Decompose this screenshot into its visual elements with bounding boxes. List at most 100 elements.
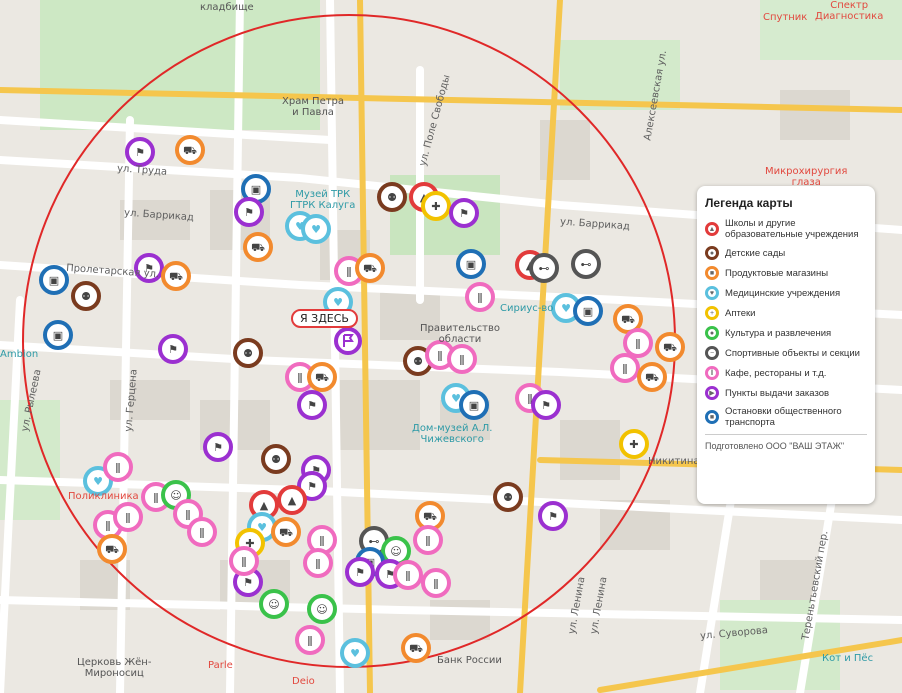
poi-icon-bus: ▣ [583,305,593,318]
poi-icon-shop: ⛟ [363,262,377,275]
poi-icon-cafe: ǁ [635,337,640,350]
place-label: Parle [208,660,233,671]
cart-icon: ■ [705,266,719,280]
poi-icon-cafe: ǁ [185,508,190,521]
poi-icon-pick: ⚑ [307,480,317,493]
place-label: Правительство области [420,323,500,345]
map-legend: Легенда карты ▲ Школы и другие образовате… [697,186,875,504]
poi-icon-bus: ▣ [53,329,63,342]
poi-icon-pick: ⚑ [307,399,317,412]
poi-icon-bus: ▣ [251,183,261,196]
poi-icon-shop: ⛟ [409,642,423,655]
poi-icon-pick: ⚑ [243,576,253,589]
poi-icon-kg: ⚉ [243,347,253,360]
place-label: Храм Петра и Павла [282,96,345,118]
poi-icon-cafe: ǁ [105,519,110,532]
poi-icon-sport: ⊷ [581,258,592,271]
poi-icon-pick: ⚑ [459,207,469,220]
poi-icon-ph: ✚ [629,438,638,451]
poi-icon-shop: ⛟ [251,241,265,254]
cross-icon: + [705,306,719,320]
park-area [40,0,320,130]
poi-icon-cult: ☺ [268,598,279,611]
legend-item-pharmacies: + Аптеки [705,306,867,320]
poi-icon-shop: ⛟ [183,144,197,157]
place-label: Банк России [437,655,502,666]
poi-icon-cult: ☺ [316,603,327,616]
poi-icon-pick: ⚑ [135,146,145,159]
place-label: Кот и Пёс [822,653,874,664]
legend-label: Медицинские учреждения [725,287,841,299]
poi-icon-cafe: ǁ [346,265,351,278]
poi-icon-pick: ⚑ [213,441,223,454]
cutlery-icon: ‖ [705,366,719,380]
poi-icon-shop: ⛟ [169,270,183,283]
legend-label: Аптеки [725,307,756,319]
place-label: Ambion [0,349,39,360]
poi-icon-cafe: ǁ [622,362,627,375]
mask-icon: ● [705,326,719,340]
here-label: Я ЗДЕСЬ [291,309,358,328]
place-label: Сириус-во [500,303,554,314]
poi-icon-shop: ⛟ [105,543,119,556]
legend-item-schools: ▲ Школы и другие образовательные учрежден… [705,218,867,240]
legend-label: Кафе, рестораны и т.д. [725,367,827,379]
poi-icon-kg: ⚉ [81,290,91,303]
poi-icon-med: ♥ [561,302,571,315]
poi-icon-cult: ☺ [170,489,181,502]
poi-icon-pick: ⚑ [355,566,365,579]
poi-icon-pick: ⚑ [548,510,558,523]
poi-icon-school: ▲ [260,499,269,512]
poi-icon-cafe: ǁ [125,511,130,524]
poi-icon-shop: ⛟ [663,341,677,354]
place-label: Спектр Диагностика [815,0,884,22]
legend-item-cafes: ‖ Кафе, рестораны и т.д. [705,366,867,380]
legend-item-pickup: ▶ Пункты выдачи заказов [705,386,867,400]
legend-label: Остановки общественного транспорта [725,406,842,428]
place-label: кладбище [200,2,254,13]
legend-label: Продуктовые магазины [725,267,829,279]
poi-icon-med: ♥ [311,223,321,236]
poi-icon-kg: ⚉ [271,453,281,466]
poi-icon-cafe: ǁ [477,291,482,304]
here-marker[interactable] [334,327,362,355]
poi-icon-shop: ⛟ [315,371,329,384]
poi-icon-med: ♥ [350,647,360,660]
heart-icon: ♥ [705,286,719,300]
poi-icon-cafe: ǁ [459,353,464,366]
poi-icon-kg: ⚉ [387,191,397,204]
poi-icon-shop: ⛟ [279,526,293,539]
poi-icon-school: ▲ [288,494,297,507]
poi-icon-ph: ✚ [431,200,440,213]
legend-item-medical: ♥ Медицинские учреждения [705,286,867,300]
poi-icon-cafe: ǁ [319,534,324,547]
poi-icon-kg: ⚉ [503,491,513,504]
poi-icon-cafe: ǁ [115,461,120,474]
poi-icon-shop: ⛟ [645,371,659,384]
legend-label: Культура и развлечения [725,327,832,339]
legend-item-sport: − Спортивные объекты и секции [705,346,867,360]
place-label: Поликлиника [68,491,139,502]
legend-item-kindergartens: ● Детские сады [705,246,867,260]
legend-item-culture: ● Культура и развлечения [705,326,867,340]
poi-icon-bus: ▣ [466,258,476,271]
poi-icon-sport: ⊷ [369,535,380,548]
dumbbell-icon: − [705,346,719,360]
place-label: Дом-музей А.Л. Чижевского [412,423,493,445]
poi-icon-cafe: ǁ [437,349,442,362]
poi-icon-pick: ⚑ [541,399,551,412]
poi-icon-sport: ⊷ [539,262,550,275]
kindergarten-icon: ● [705,246,719,260]
legend-label: Детские сады [725,247,786,259]
poi-icon-bus: ▣ [469,399,479,412]
poi-icon-pick: ⚑ [168,343,178,356]
poi-icon-cafe: ǁ [199,526,204,539]
poi-icon-cafe: ǁ [307,634,312,647]
legend-label: Школы и другие образовательные учреждени… [725,218,859,240]
legend-footer: Подготовлено ООО "ВАШ ЭТАЖ" [705,434,867,451]
flag-icon: ▶ [705,386,719,400]
poi-icon-bus: ▣ [49,274,59,287]
poi-icon-cafe: ǁ [433,577,438,590]
poi-icon-kg: ⚉ [413,355,423,368]
place-label: Музей ТРК ГТРК Калуга [290,189,356,211]
